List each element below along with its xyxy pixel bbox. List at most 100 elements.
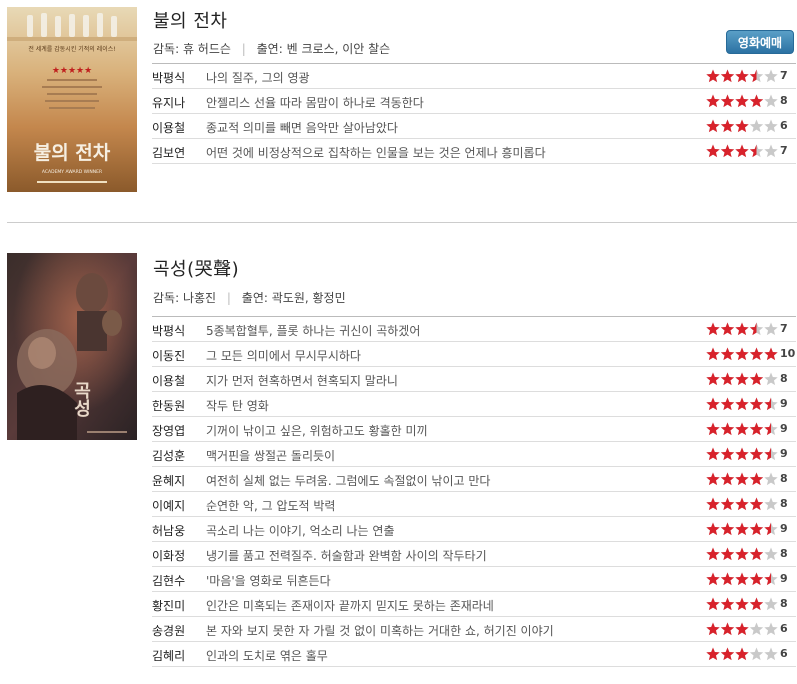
star-filled-icon [720,322,735,336]
star-rating [706,144,778,158]
star-empty-icon [764,69,778,83]
star-filled-icon [735,144,749,158]
star-filled-icon [720,422,735,436]
critic-name[interactable]: 유지나 [152,94,185,111]
critic-name[interactable]: 이용철 [152,119,185,136]
star-empty-icon [749,647,764,661]
star-filled-icon [720,447,735,461]
svg-text:★★★★★: ★★★★★ [52,66,92,76]
critic-name[interactable]: 송경원 [152,622,185,639]
star-filled-icon [706,447,720,461]
star-rating [706,94,778,108]
star-filled-icon [720,119,735,133]
movie-poster-1[interactable]: 전 세계를 감동시킨 기적의 레이스! ★★★★★ 불의 전차 ACADEMY … [7,7,137,192]
review-comment: 종교적 의미를 빼면 음악만 살아남았다 [206,121,398,135]
critic-name[interactable]: 황진미 [152,597,185,614]
star-filled-icon [735,372,749,386]
review-comment: 인과의 도치로 엮은 홀무 [206,649,328,663]
star-filled-icon [720,572,735,586]
critic-name[interactable]: 이예지 [152,497,185,514]
critic-name[interactable]: 한동원 [152,397,185,414]
movie-credits-1: 감독: 휴 허드슨 | 출연: 벤 크로스, 이안 찰슨 [153,40,390,57]
critic-name[interactable]: 허남웅 [152,522,185,539]
review-row: 한동원 작두 탄 영화 9 [152,392,796,417]
review-row: 김성훈 맥거핀을 쌍절곤 돌리듯이 9 [152,442,796,467]
movie-title-2[interactable]: 곡성(哭聲) [153,255,239,281]
star-filled-icon [720,397,735,411]
review-comment: 인간은 미혹되는 존재이자 끝까지 믿지도 못하는 존재라네 [206,599,494,613]
credits-separator: | [226,291,231,305]
review-row: 김현수 '마음'을 영화로 뒤흔든다 9 [152,567,796,592]
star-empty-icon [764,94,778,108]
critic-name[interactable]: 장영엽 [152,422,185,439]
star-filled-icon [735,597,749,611]
star-empty-icon [764,647,778,661]
star-rating [706,547,778,561]
movie-poster-2[interactable]: 곡성 [7,253,137,440]
review-row: 이동진 그 모든 의미에서 무시무시하다 10 [152,342,796,367]
review-comment: 그 모든 의미에서 무시무시하다 [206,349,361,363]
star-filled-icon [720,347,735,361]
review-comment: 작두 탄 영화 [206,399,269,413]
star-empty-icon [764,547,778,561]
star-empty-icon [764,622,778,636]
cast-label: 출연: [256,42,283,56]
critic-name[interactable]: 박평식 [152,322,185,339]
star-filled-icon [720,647,735,661]
star-filled-icon [735,347,749,361]
star-filled-icon [706,94,720,108]
director-name[interactable]: 휴 허드슨 [183,42,231,56]
review-score: 9 [780,447,788,460]
star-filled-icon [735,497,749,511]
star-filled-icon [720,472,735,486]
review-comment: 냉기를 품고 전력질주. 허술함과 완벽함 사이의 작두타기 [206,549,487,563]
review-score: 8 [780,497,788,510]
review-score: 9 [780,397,788,410]
star-filled-icon [735,397,749,411]
critic-name[interactable]: 김현수 [152,572,185,589]
star-filled-icon [720,372,735,386]
star-filled-icon [735,447,749,461]
star-rating [706,322,778,336]
cast-label: 출연: [241,291,268,305]
star-filled-icon [706,397,720,411]
star-filled-icon [735,422,749,436]
movie-title-1[interactable]: 불의 전차 [153,7,227,33]
star-empty-icon [764,119,778,133]
star-filled-icon [720,144,735,158]
review-row: 황진미 인간은 미혹되는 존재이자 끝까지 믿지도 못하는 존재라네 8 [152,592,796,617]
star-filled-icon [706,322,720,336]
star-filled-icon [764,347,778,361]
star-filled-icon [706,597,720,611]
poster-title: 불의 전차 [34,142,111,164]
star-filled-icon [735,94,749,108]
critic-name[interactable]: 박평식 [152,69,185,86]
cast-names[interactable]: 벤 크로스, 이안 찰슨 [287,42,391,56]
critic-name[interactable]: 이동진 [152,347,185,364]
cast-names[interactable]: 곽도원, 황정민 [272,291,346,305]
star-filled-icon [706,144,720,158]
review-score: 6 [780,119,788,132]
star-rating [706,622,778,636]
critic-name[interactable]: 이화정 [152,547,185,564]
review-row: 윤혜지 여전히 실체 없는 두려움. 그럼에도 속절없이 낚이고 만다 8 [152,467,796,492]
star-rating [706,572,778,586]
poster-subtitle: ACADEMY AWARD WINNER [42,169,102,175]
critic-name[interactable]: 김혜리 [152,647,185,664]
star-rating [706,597,778,611]
critic-name[interactable]: 이용철 [152,372,185,389]
critic-name[interactable]: 김보연 [152,144,185,161]
critic-name[interactable]: 윤혜지 [152,472,185,489]
book-ticket-button[interactable]: 영화예매 [726,30,794,54]
star-filled-icon [749,397,764,411]
director-name[interactable]: 나홍진 [183,291,216,305]
star-rating [706,497,778,511]
critic-name[interactable]: 김성훈 [152,447,185,464]
star-filled-icon [749,94,764,108]
star-filled-icon [720,497,735,511]
review-score: 8 [780,547,788,560]
review-score: 9 [780,572,788,585]
star-filled-icon [749,597,764,611]
review-comment: '마음'을 영화로 뒤흔든다 [206,574,331,588]
review-comment: 어떤 것에 비정상적으로 집착하는 인물을 보는 것은 언제나 흥미롭다 [206,146,546,160]
